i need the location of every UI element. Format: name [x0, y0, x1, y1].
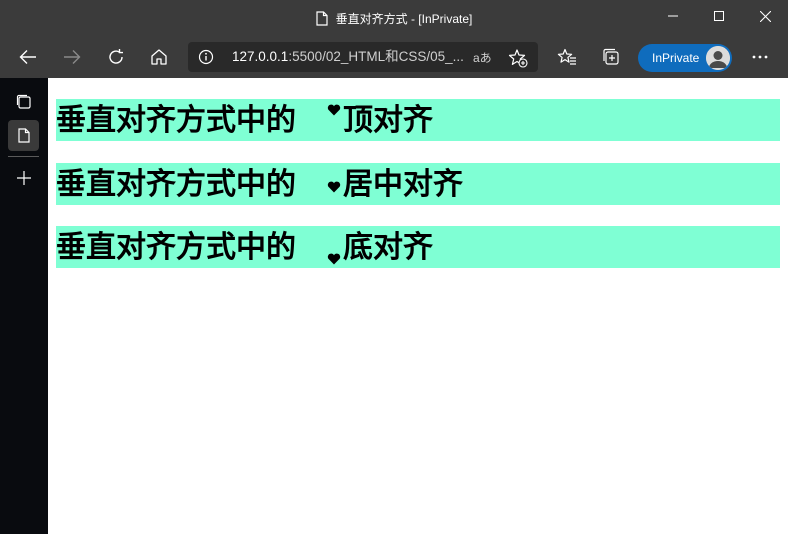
more-button[interactable] — [744, 41, 776, 73]
back-button[interactable] — [12, 41, 44, 73]
vertical-align-row-top: 垂直对齐方式中的 顶对齐 — [56, 99, 780, 141]
vertical-align-row-middle: 垂直对齐方式中的 居中对齐 — [56, 163, 780, 205]
favorite-add-icon[interactable] — [508, 48, 528, 68]
window-controls — [650, 0, 788, 32]
close-icon — [759, 10, 771, 22]
favorites-button[interactable] — [551, 41, 583, 73]
collections-button[interactable] — [595, 41, 627, 73]
minimize-button[interactable] — [650, 0, 696, 32]
refresh-icon — [109, 49, 123, 64]
info-icon[interactable] — [198, 49, 214, 65]
tab-current-page[interactable] — [8, 120, 39, 151]
row-text-suffix: 底对齐 — [343, 230, 433, 265]
heart-icon — [327, 253, 341, 265]
page-icon — [316, 10, 328, 26]
more-icon — [752, 55, 768, 59]
forward-icon — [64, 50, 81, 64]
minimize-icon — [668, 15, 678, 17]
tab-actions-button[interactable] — [8, 86, 39, 117]
collections-icon — [603, 48, 619, 65]
inprivate-label: InPrivate — [652, 51, 700, 65]
title-bar: 垂直对齐方式 - [InPrivate] — [0, 0, 788, 36]
heart-icon — [327, 104, 341, 116]
forward-button[interactable] — [56, 41, 88, 73]
window-title: 垂直对齐方式 - [InPrivate] — [335, 11, 473, 26]
vertical-align-row-bottom: 垂直对齐方式中的 底对齐 — [56, 226, 780, 268]
page-content: 垂直对齐方式中的 顶对齐 垂直对齐方式中的 居中对齐 垂直对齐方式中的 底对齐 — [48, 78, 788, 534]
vertical-tabs-sidebar — [0, 78, 48, 534]
avatar — [706, 46, 730, 70]
address-bar[interactable]: 127.0.0.1:5500/02_HTML和CSS/05_... aあ — [188, 42, 538, 72]
row-text-suffix: 顶对齐 — [343, 103, 433, 138]
plus-icon — [16, 170, 31, 185]
new-tab-button[interactable] — [8, 162, 39, 193]
url-text[interactable]: 127.0.0.1:5500/02_HTML和CSS/05_... — [232, 42, 464, 72]
close-button[interactable] — [742, 0, 788, 32]
favorites-icon — [557, 48, 576, 65]
maximize-icon — [714, 11, 724, 21]
url-path: :5500/02_HTML和CSS/05_... — [288, 49, 464, 64]
url-host: 127.0.0.1 — [232, 49, 289, 64]
tabs-icon — [16, 94, 31, 109]
sidebar-divider — [8, 156, 39, 157]
row-text-prefix: 垂直对齐方式中的 — [56, 230, 296, 265]
row-text-prefix: 垂直对齐方式中的 — [56, 103, 296, 138]
row-text-suffix: 居中对齐 — [343, 167, 463, 202]
browser-toolbar: 127.0.0.1:5500/02_HTML和CSS/05_... aあ InP… — [0, 36, 788, 78]
heart-icon — [327, 181, 341, 193]
back-icon — [19, 50, 36, 64]
row-text-prefix: 垂直对齐方式中的 — [56, 167, 296, 202]
home-button[interactable] — [143, 41, 175, 73]
page-icon — [17, 128, 30, 143]
inprivate-button[interactable]: InPrivate — [638, 44, 732, 72]
maximize-button[interactable] — [696, 0, 742, 32]
refresh-button[interactable] — [100, 41, 132, 73]
read-aloud-button[interactable]: aあ — [473, 49, 492, 66]
home-icon — [151, 49, 167, 65]
